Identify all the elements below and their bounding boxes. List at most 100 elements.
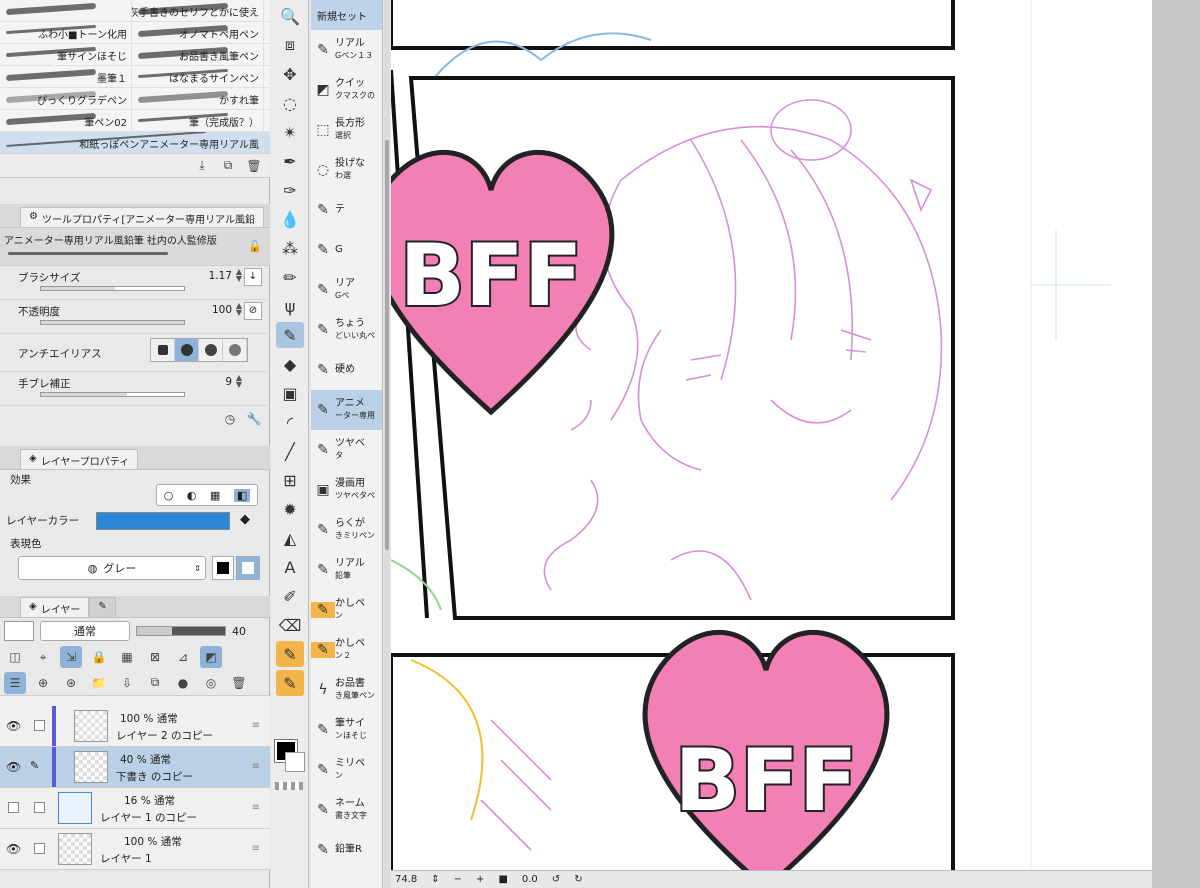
balloon-icon[interactable]: ✹ bbox=[276, 496, 304, 522]
drag-handle-icon[interactable]: ≡ bbox=[252, 720, 260, 731]
duplicate-icon[interactable]: ⧉ bbox=[220, 158, 236, 174]
brush-cell[interactable]: Wフチ■黒白灰手書きのセリフとかに使え bbox=[132, 0, 264, 22]
subtool-item[interactable]: ✎ ミリペン bbox=[311, 750, 382, 790]
subtool-item[interactable]: ✎ 硬め bbox=[311, 350, 382, 390]
rotate-left-icon[interactable]: ↺ bbox=[552, 874, 560, 885]
checker-effect-icon[interactable]: ▦ bbox=[210, 489, 220, 502]
brush-cell[interactable]: ふわ小■トーン化用 bbox=[0, 22, 132, 44]
visibility-eye-icon[interactable]: 👁 bbox=[6, 760, 21, 774]
trash-icon[interactable]: 🗑 bbox=[228, 672, 250, 694]
reference-layer-icon[interactable]: ◫ bbox=[4, 646, 26, 668]
antialias-medium-option[interactable] bbox=[199, 339, 223, 361]
fill-bucket-icon[interactable]: ◆ bbox=[240, 512, 250, 527]
custom-pen-icon-2[interactable]: ✎ bbox=[276, 670, 304, 696]
merge-down-icon[interactable]: ⧉ bbox=[144, 672, 166, 694]
visibility-checkbox[interactable] bbox=[8, 802, 19, 813]
subtool-item[interactable]: ✎ ちょう どいい丸ペ bbox=[311, 310, 382, 350]
layer-checkbox[interactable] bbox=[34, 720, 45, 731]
layer-property-select[interactable] bbox=[4, 621, 34, 641]
subtool-item[interactable]: ◩ クイッ クマスクの bbox=[311, 70, 382, 110]
opacity-slider[interactable] bbox=[40, 320, 185, 325]
frame-icon[interactable]: ⊞ bbox=[276, 467, 304, 493]
visibility-eye-icon[interactable]: 👁 bbox=[6, 842, 21, 856]
new-raster-layer-icon[interactable]: ⊕ bbox=[32, 672, 54, 694]
brush-cell[interactable]: 筆サインほそじ bbox=[0, 44, 132, 66]
blend-icon[interactable]: 💧 bbox=[276, 206, 304, 232]
subtool-item[interactable]: ▣ 漫画用 ツヤベタペ bbox=[311, 470, 382, 510]
subtool-item[interactable]: ✎ アニメ ーター専用 bbox=[311, 390, 382, 430]
subtool-item[interactable]: ✎ ツヤベタ bbox=[311, 430, 382, 470]
layer-color-effect-icon[interactable]: ◧ bbox=[233, 488, 251, 502]
new-vector-layer-icon[interactable]: ⊛ bbox=[60, 672, 82, 694]
layer-color-icon[interactable]: ◩ bbox=[200, 646, 222, 668]
tab-layer-property[interactable]: ◈ レイヤープロパティ bbox=[20, 449, 139, 469]
brush-size-slider[interactable] bbox=[40, 286, 185, 291]
opacity-pressure-button[interactable]: ⊘ bbox=[244, 302, 262, 320]
brush-cell[interactable]: 和紙っぽペンアニメーター専用リアル風 bbox=[0, 132, 264, 154]
brush-row[interactable]: ぴっくりグラデペン かすれ筆 bbox=[0, 88, 270, 110]
brush-cell[interactable]: かすれ筆 bbox=[132, 88, 264, 110]
subtool-scrollbar[interactable] bbox=[384, 0, 390, 888]
tab-tool-property[interactable]: ⚙ ツールプロパティ[アニメーター専用リアル風鉛 bbox=[20, 207, 264, 227]
gradient-icon[interactable]: ▣ bbox=[276, 380, 304, 406]
brush-size-pen-pressure-button[interactable]: ↓ bbox=[244, 268, 262, 286]
brush-cell[interactable] bbox=[0, 0, 132, 22]
new-folder-icon[interactable]: 📁 bbox=[88, 672, 110, 694]
drag-handle-icon[interactable]: ≡ bbox=[252, 802, 260, 813]
subtool-item[interactable]: ϟ お品書 き風筆ペン bbox=[311, 670, 382, 710]
clip-layer-icon[interactable]: ⇲ bbox=[60, 646, 82, 668]
decoration-icon[interactable]: ψ bbox=[276, 293, 304, 319]
custom-pen-icon-1[interactable]: ✎ bbox=[276, 641, 304, 667]
import-icon[interactable]: ⤓ bbox=[194, 158, 210, 174]
active-pencil-icon[interactable]: ✎ bbox=[276, 322, 304, 348]
wrench-icon[interactable]: 🔧 bbox=[246, 411, 262, 427]
move-icon[interactable]: ✥ bbox=[276, 61, 304, 87]
draft-layer-icon[interactable]: ⌖ bbox=[32, 646, 54, 668]
layer-checkbox[interactable] bbox=[34, 802, 45, 813]
subtool-item[interactable]: ✎ 鉛筆R bbox=[311, 830, 382, 870]
brush-row[interactable]: 墨筆１ はなまるサインペン bbox=[0, 66, 270, 88]
fill-icon[interactable]: ◭ bbox=[276, 525, 304, 551]
airbrush-icon[interactable]: ⁂ bbox=[276, 235, 304, 261]
brush-cell[interactable]: 墨筆１ bbox=[0, 66, 132, 88]
eraser-icon[interactable]: ◆ bbox=[276, 351, 304, 377]
layer-row[interactable]: 👁 100 % 通常 レイヤー 1 ≡ bbox=[0, 829, 270, 870]
stabilization-slider[interactable] bbox=[40, 392, 185, 397]
zoom-in-icon[interactable]: + bbox=[476, 874, 484, 885]
subtool-item[interactable]: ✎ リアル Gペン１３ bbox=[311, 30, 382, 70]
brush-cell[interactable]: お品書き風筆ペン bbox=[132, 44, 264, 66]
subtool-header[interactable]: 新規セット bbox=[311, 0, 382, 30]
brush-row-selected[interactable]: 和紙っぽペンアニメーター専用リアル風 bbox=[0, 132, 270, 154]
lock-icon[interactable]: 🔒 bbox=[88, 646, 110, 668]
zoom-out-icon[interactable]: − bbox=[454, 874, 462, 885]
pen-icon[interactable]: ✑ bbox=[276, 177, 304, 203]
white-color-chip[interactable] bbox=[236, 556, 260, 580]
canvas-area[interactable]: BFF BFF bbox=[391, 0, 1152, 870]
layer-color-swatch[interactable] bbox=[96, 512, 230, 530]
brush-row[interactable]: ふわ小■トーン化用 オノマトペ用ペン bbox=[0, 22, 270, 44]
mask-icon[interactable]: ⊠ bbox=[144, 646, 166, 668]
scroll-icon[interactable]: ⇕ bbox=[431, 874, 439, 885]
tab-other[interactable]: ✎ bbox=[89, 597, 116, 617]
drag-handle-icon[interactable]: ≡ bbox=[252, 843, 260, 854]
rotation-value[interactable]: 0.0 bbox=[522, 874, 538, 885]
lasso-icon[interactable]: ◌ bbox=[276, 90, 304, 116]
pencil-icon[interactable]: ✏ bbox=[276, 264, 304, 290]
scroll-thumb[interactable] bbox=[385, 140, 389, 550]
layer-checkbox[interactable] bbox=[34, 843, 45, 854]
antialias-none-option[interactable] bbox=[151, 339, 175, 361]
blend-mode-select[interactable]: 通常 bbox=[40, 621, 130, 641]
subtool-item[interactable]: ◌ 投げな わ選 bbox=[311, 150, 382, 190]
tab-layer[interactable]: ◈ レイヤー bbox=[20, 597, 90, 617]
reset-icon[interactable]: ◷ bbox=[222, 411, 238, 427]
fit-icon[interactable]: ■ bbox=[498, 874, 507, 885]
mask-layer-icon[interactable]: ● bbox=[172, 672, 194, 694]
layer-row[interactable]: 16 % 通常 レイヤー 1 のコピー ≡ bbox=[0, 788, 270, 829]
expression-color-select[interactable]: ◍ グレー ⇕ bbox=[18, 556, 206, 580]
antialias-weak-option[interactable] bbox=[175, 339, 199, 361]
brush-cell[interactable]: はなまるサインペン bbox=[132, 66, 264, 88]
correct-line-icon[interactable]: ✐ bbox=[276, 583, 304, 609]
subtool-item[interactable]: ✎ らくが きミリペン bbox=[311, 510, 382, 550]
visibility-eye-icon[interactable]: 👁 bbox=[6, 719, 21, 733]
subtool-item[interactable]: ✎ テ bbox=[311, 190, 382, 230]
